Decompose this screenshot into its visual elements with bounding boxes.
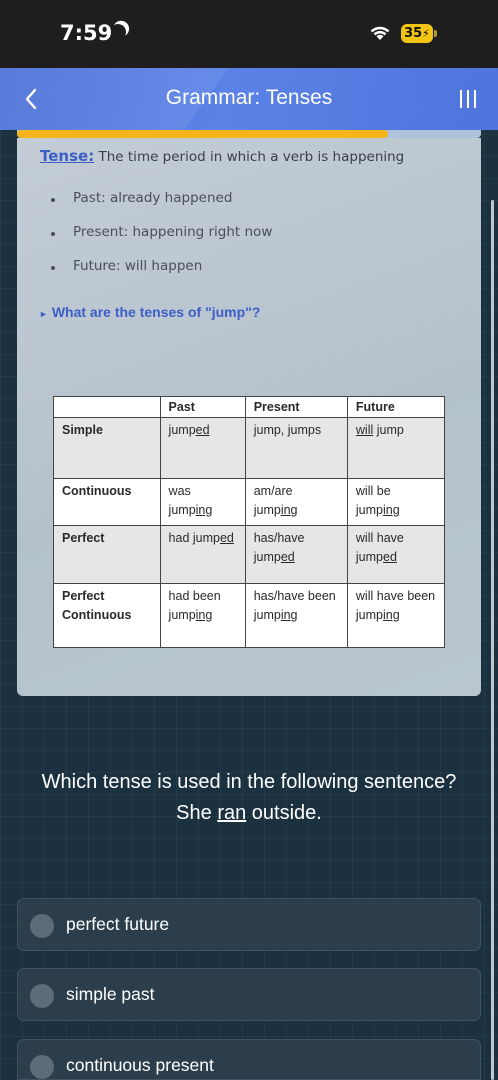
tense-list: Past: already happened Present: happenin… bbox=[51, 190, 272, 292]
answer-option-perfect-future[interactable]: perfect future bbox=[17, 898, 481, 951]
table-row: Simple jumped jump, jumps will jump bbox=[53, 417, 446, 479]
scrollbar[interactable] bbox=[491, 200, 494, 1080]
row-label: Perfect bbox=[53, 525, 161, 584]
table-cell: has/have jumped bbox=[244, 525, 348, 584]
table-cell: jumped bbox=[159, 417, 246, 479]
option-label: continuous present bbox=[66, 1055, 214, 1075]
table-cell: had jumped bbox=[159, 525, 246, 584]
highlighted-verb: ran bbox=[217, 802, 247, 824]
row-label: Perfect Continuous bbox=[53, 583, 161, 648]
battery-icon: 35 ⚡ bbox=[401, 24, 433, 43]
table-cell: had been jumping bbox=[159, 583, 246, 648]
battery-cap bbox=[434, 30, 437, 37]
table-cell: will have jumped bbox=[346, 525, 446, 584]
radio-button[interactable] bbox=[30, 914, 54, 938]
row-label: Continuous bbox=[53, 478, 161, 526]
table-row: Continuous was jumping am/are jumping wi… bbox=[53, 478, 446, 526]
question-link-text: What are the tenses of "jump"? bbox=[51, 304, 261, 320]
radio-button[interactable] bbox=[30, 1055, 54, 1079]
table-header: Present bbox=[244, 396, 348, 418]
definition-term: Tense: bbox=[40, 147, 95, 165]
question-line: Which tense is used in the following sen… bbox=[41, 771, 457, 793]
table-header: Past bbox=[159, 396, 246, 418]
list-item: Present: happening right now bbox=[51, 224, 272, 258]
table-row: Perfect had jumped has/have jumped will … bbox=[53, 525, 446, 584]
lesson-card: Tense: The time period in which a verb i… bbox=[17, 138, 481, 696]
page-title: Grammar: Tenses bbox=[165, 86, 333, 109]
triangle-icon: ► bbox=[39, 309, 48, 319]
table-cell: was jumping bbox=[159, 478, 246, 526]
progress-bar bbox=[17, 130, 388, 138]
option-label: simple past bbox=[66, 984, 155, 1004]
table-header-row: Past Present Future bbox=[53, 396, 446, 418]
list-item: Past: already happened bbox=[51, 190, 272, 224]
hamburger-menu-icon bbox=[460, 90, 476, 108]
tense-table: Past Present Future Simple jumped jump, … bbox=[53, 396, 446, 648]
app-header: Grammar: Tenses bbox=[0, 68, 498, 130]
table-row: Perfect Continuous had been jumping has/… bbox=[53, 583, 446, 648]
answer-option-simple-past[interactable]: simple past bbox=[17, 968, 481, 1021]
row-label: Simple bbox=[53, 417, 161, 479]
option-label: perfect future bbox=[66, 914, 170, 934]
table-header: Future bbox=[346, 396, 446, 418]
status-time: 7:59 bbox=[60, 21, 113, 45]
wifi-icon bbox=[370, 26, 390, 40]
table-cell: jump, jumps bbox=[244, 417, 348, 479]
radio-button[interactable] bbox=[30, 984, 54, 1008]
table-cell: will be jumping bbox=[346, 478, 446, 526]
question-prompt: Which tense is used in the following sen… bbox=[0, 767, 498, 829]
battery-level: 35 bbox=[404, 26, 423, 41]
definition: Tense: The time period in which a verb i… bbox=[40, 147, 404, 165]
table-cell: will jump bbox=[346, 417, 446, 479]
table-cell: has/have been jumping bbox=[244, 583, 348, 648]
table-cell: will have been jumping bbox=[346, 583, 446, 648]
definition-text: The time period in which a verb is happe… bbox=[94, 149, 405, 165]
list-item: Future: will happen bbox=[51, 258, 272, 292]
table-cell: am/are jumping bbox=[244, 478, 348, 526]
expand-question-link[interactable]: ► What are the tenses of "jump"? bbox=[39, 304, 260, 320]
question-sentence: She ran outside. bbox=[176, 802, 322, 824]
table-header bbox=[53, 396, 161, 418]
answer-option-continuous-present[interactable]: continuous present bbox=[17, 1039, 481, 1080]
status-bar: 7:59 35 ⚡ bbox=[0, 0, 498, 68]
menu-button[interactable] bbox=[456, 88, 480, 115]
